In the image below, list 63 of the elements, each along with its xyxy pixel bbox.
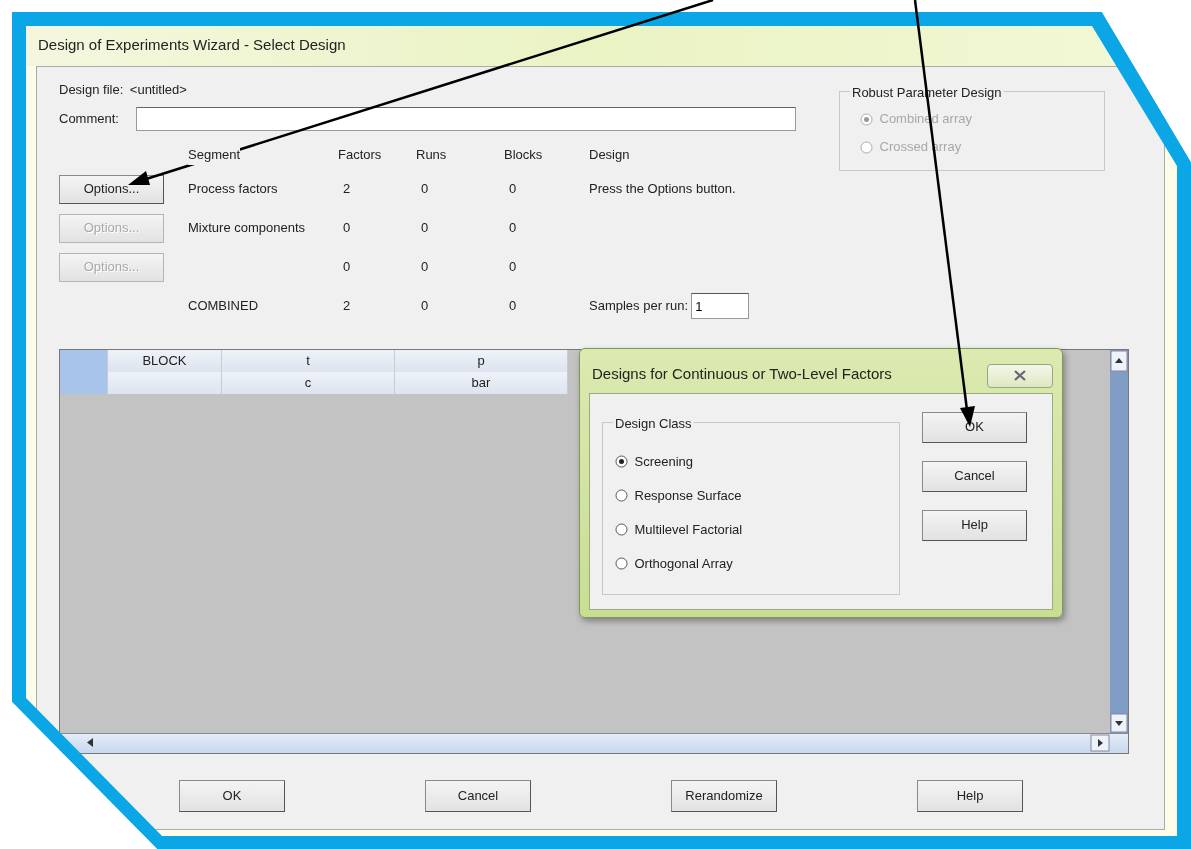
options-button[interactable]: Options... bbox=[59, 174, 164, 204]
radio-label: Orthogonal Array bbox=[634, 554, 733, 573]
table-cell-text: 0 bbox=[508, 219, 518, 238]
row-header bbox=[60, 371, 108, 394]
header-text: c bbox=[304, 374, 312, 390]
close-icon bbox=[1014, 370, 1026, 381]
column-header: Design bbox=[589, 146, 631, 164]
footer-button[interactable]: Help bbox=[917, 779, 1023, 812]
column-header[interactable]: bar bbox=[395, 371, 568, 394]
scroll-down-icon[interactable] bbox=[1110, 712, 1128, 733]
row-header bbox=[60, 349, 108, 372]
table-cell-text: 0 bbox=[342, 219, 352, 238]
column-header[interactable]: BLOCK bbox=[108, 349, 222, 372]
table-cell-text: 0 bbox=[342, 258, 352, 277]
dialog-title: Designs for Continuous or Two-Level Factors bbox=[592, 363, 892, 384]
table-cell-text: 2 bbox=[342, 297, 352, 316]
table-cell-text: Process factors bbox=[188, 180, 279, 199]
close-button[interactable] bbox=[987, 363, 1053, 388]
table-cell-text: COMBINED bbox=[188, 297, 260, 316]
column-header[interactable]: c bbox=[222, 371, 395, 394]
radio-label: Screening bbox=[634, 452, 694, 471]
table-cell-text: Mixture components bbox=[188, 219, 307, 238]
table-cell-text: 0 bbox=[420, 258, 430, 277]
design-file-label: Design file: bbox=[59, 81, 124, 100]
header-text: t bbox=[306, 352, 310, 368]
radio-button[interactable] bbox=[615, 557, 628, 570]
radio-button[interactable] bbox=[615, 523, 628, 536]
footer-button[interactable]: Cancel bbox=[425, 779, 531, 812]
design-file-value: <untitled> bbox=[129, 81, 187, 100]
column-header[interactable]: t bbox=[222, 349, 395, 372]
scroll-left-icon[interactable] bbox=[87, 737, 93, 747]
table-cell-text: 0 bbox=[420, 180, 430, 199]
header-text: bar bbox=[471, 374, 491, 390]
header-text: BLOCK bbox=[142, 352, 187, 368]
window-title: Design of Experiments Wizard - Select Design bbox=[38, 36, 346, 53]
radio-label: Multilevel Factorial bbox=[634, 520, 743, 539]
dialog-button[interactable]: Cancel bbox=[922, 460, 1027, 492]
table-cell-text: 2 bbox=[342, 180, 352, 199]
table-cell-text: 0 bbox=[420, 219, 430, 238]
column-header: Segment bbox=[188, 145, 241, 165]
vertical-scrollbar[interactable] bbox=[1110, 349, 1128, 733]
samples-label: Samples per run: bbox=[589, 297, 688, 316]
comment-label: Comment: bbox=[59, 110, 120, 129]
column-header: Blocks bbox=[504, 146, 544, 164]
column-header[interactable]: p bbox=[395, 349, 568, 372]
samples-field[interactable]: 1 bbox=[691, 293, 750, 319]
dialog-button[interactable]: Help bbox=[922, 509, 1027, 541]
table-cell-text: 0 bbox=[508, 297, 518, 316]
table-cell-text: 0 bbox=[508, 258, 518, 277]
radio-button[interactable] bbox=[615, 489, 628, 502]
comment-field[interactable] bbox=[136, 107, 796, 131]
table-cell-text: 0 bbox=[508, 180, 518, 199]
header-text: p bbox=[477, 352, 485, 368]
radio-button[interactable] bbox=[615, 455, 628, 468]
column-header: Factors bbox=[338, 146, 383, 164]
scroll-right-icon[interactable] bbox=[1090, 733, 1110, 752]
footer-button[interactable]: Rerandomize bbox=[671, 779, 777, 812]
radio-label: Response Surface bbox=[634, 486, 742, 505]
table-cell-text: Press the Options button. bbox=[589, 180, 737, 199]
table-cell-text: 0 bbox=[420, 297, 430, 316]
footer-button[interactable]: OK bbox=[179, 779, 285, 812]
scroll-up-icon[interactable] bbox=[1110, 349, 1128, 372]
column-header: Runs bbox=[416, 146, 448, 164]
